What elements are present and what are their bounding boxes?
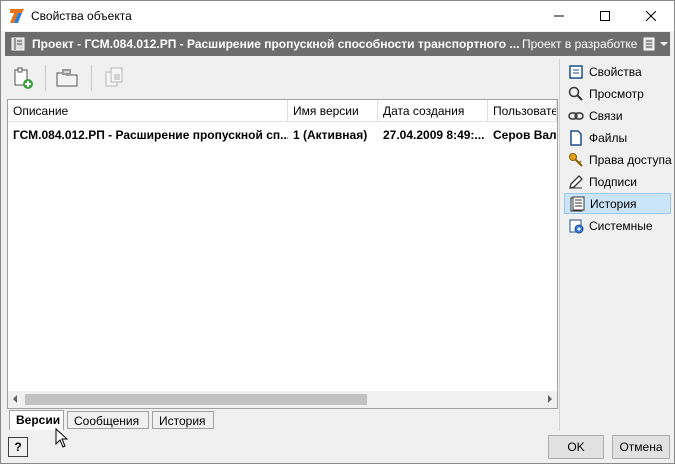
- nav-item-preview[interactable]: Просмотр: [564, 83, 671, 104]
- nav-item-label: Свойства: [589, 64, 642, 79]
- add-version-icon: [14, 67, 33, 89]
- tab-versions[interactable]: Версии: [9, 410, 64, 430]
- open-folder-icon: [56, 69, 78, 87]
- cell-version-name: 1 (Активная): [293, 128, 368, 142]
- pen-icon: [568, 174, 584, 190]
- table-row[interactable]: ГСМ.084.012.РП - Расширение пропускной с…: [8, 123, 557, 145]
- horizontal-scrollbar[interactable]: [8, 391, 557, 408]
- title-bar: Свойства объекта: [1, 1, 674, 31]
- properties-navigation: Свойства Просмотр Связи Файлы Права дост…: [559, 59, 672, 431]
- state-dropdown-arrow-icon[interactable]: [660, 42, 668, 46]
- nav-item-history[interactable]: История: [564, 193, 671, 214]
- window-title: Свойства объекта: [31, 9, 132, 23]
- copy-version-icon: [105, 67, 123, 87]
- column-header-user[interactable]: Пользовате: [488, 100, 557, 122]
- versions-toolbar: [5, 59, 558, 97]
- magnifier-icon: [568, 86, 584, 102]
- nav-item-label: Просмотр: [589, 86, 644, 101]
- cell-created-date: 27.04.2009 8:49:...: [383, 128, 485, 142]
- nav-item-access-rights[interactable]: Права доступа: [564, 149, 672, 170]
- object-properties-window: Свойства объекта Проект - ГСМ.084.012.РП…: [0, 0, 675, 464]
- properties-icon: [568, 64, 584, 80]
- minimize-icon: [554, 15, 564, 17]
- app-logo-icon: [10, 9, 24, 23]
- cancel-button[interactable]: Отмена: [612, 435, 670, 459]
- column-header-created-date[interactable]: Дата создания: [378, 100, 488, 122]
- close-button[interactable]: [628, 1, 674, 31]
- nav-item-label: Системные: [589, 218, 653, 233]
- cell-user: Серов Вале: [493, 128, 557, 142]
- nav-item-signatures[interactable]: Подписи: [564, 171, 671, 192]
- nav-item-label: Файлы: [589, 130, 628, 145]
- history-icon: [569, 196, 585, 212]
- link-icon: [568, 108, 584, 124]
- object-title: Проект - ГСМ.084.012.РП - Расширение про…: [32, 37, 520, 51]
- open-version-button[interactable]: [53, 64, 81, 92]
- versions-panel: Описание Имя версии Дата создания Пользо…: [5, 59, 558, 431]
- nav-item-label: История: [590, 196, 637, 211]
- state-document-icon[interactable]: [643, 37, 655, 51]
- mouse-cursor-icon: [55, 428, 68, 448]
- table-header: Описание Имя версии Дата создания Пользо…: [8, 100, 557, 122]
- object-state[interactable]: Проект в разработке: [522, 37, 637, 51]
- file-icon: [568, 129, 584, 146]
- toolbar-separator: [45, 65, 46, 91]
- copy-version-button[interactable]: [100, 64, 128, 92]
- column-header-description[interactable]: Описание: [8, 100, 288, 122]
- nav-item-label: Права доступа: [589, 152, 672, 167]
- scroll-right-arrow-icon[interactable]: [548, 395, 552, 403]
- object-header-bar: Проект - ГСМ.084.012.РП - Расширение про…: [5, 32, 670, 56]
- nav-item-files[interactable]: Файлы: [564, 127, 671, 148]
- maximize-icon: [600, 11, 610, 21]
- scrollbar-thumb[interactable]: [25, 394, 367, 405]
- minimize-button[interactable]: [536, 1, 582, 31]
- help-button[interactable]: ?: [8, 437, 28, 457]
- project-book-icon: [11, 37, 25, 51]
- tab-history[interactable]: История: [152, 411, 214, 429]
- ok-button[interactable]: OK: [548, 435, 604, 459]
- maximize-button[interactable]: [582, 1, 628, 31]
- versions-table[interactable]: Описание Имя версии Дата создания Пользо…: [7, 99, 558, 409]
- scroll-left-arrow-icon[interactable]: [13, 395, 17, 403]
- nav-item-links[interactable]: Связи: [564, 105, 671, 126]
- add-version-button[interactable]: [9, 64, 37, 92]
- system-gear-icon: [568, 218, 584, 234]
- nav-item-label: Связи: [589, 108, 623, 123]
- nav-item-label: Подписи: [589, 174, 637, 189]
- key-icon: [568, 152, 584, 168]
- toolbar-separator: [91, 65, 92, 91]
- cell-description: ГСМ.084.012.РП - Расширение пропускной с…: [13, 128, 288, 142]
- nav-item-properties[interactable]: Свойства: [564, 61, 671, 82]
- close-icon: [646, 11, 656, 21]
- nav-item-system[interactable]: Системные: [564, 215, 671, 236]
- tab-messages[interactable]: Сообщения: [67, 411, 149, 429]
- column-header-version-name[interactable]: Имя версии: [288, 100, 378, 122]
